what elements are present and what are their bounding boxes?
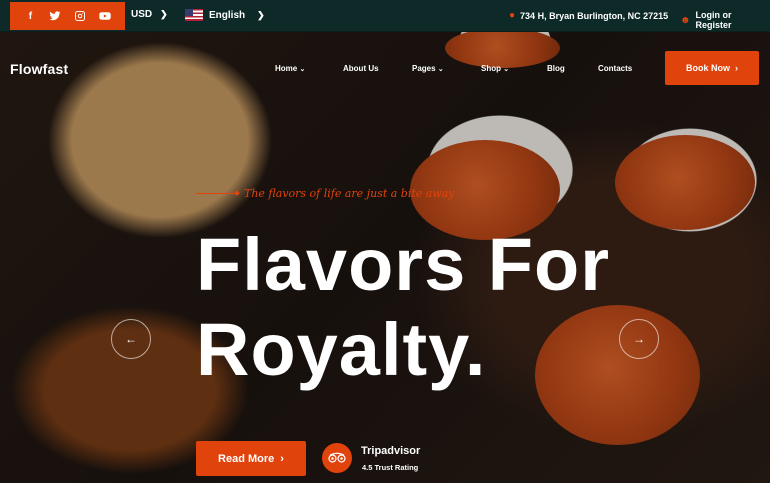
chevron-right-icon: › bbox=[735, 63, 738, 73]
top-bar: f USD ❯ English ❯ ● 734 H, Bryan Burling… bbox=[0, 0, 770, 32]
us-flag-icon bbox=[185, 9, 203, 21]
nav-item-label: Shop bbox=[481, 64, 501, 73]
nav-item-label: Pages bbox=[412, 64, 436, 73]
tripadvisor-name: Tripadvisor bbox=[361, 445, 421, 457]
hero-headline: Flavors For Royalty. bbox=[196, 222, 610, 392]
arrow-left-icon: ← bbox=[125, 332, 137, 346]
book-now-label: Book Now bbox=[686, 63, 730, 73]
chevron-right-icon: › bbox=[280, 452, 284, 465]
nav-item-label: Home bbox=[275, 64, 298, 73]
facebook-icon[interactable]: f bbox=[23, 9, 37, 23]
nav-item-about-us[interactable]: About Us bbox=[343, 64, 379, 73]
nav-item-shop[interactable]: Shop ⌄ bbox=[481, 64, 509, 73]
read-more-button[interactable]: Read More › bbox=[196, 441, 306, 476]
tripadvisor-rating: 4.5 Trust Rating bbox=[362, 463, 419, 472]
headline-line-2: Royalty. bbox=[196, 308, 487, 391]
slider-prev-button[interactable]: ← bbox=[111, 319, 151, 359]
chevron-down-icon: ⌄ bbox=[299, 66, 306, 73]
instagram-icon[interactable] bbox=[73, 9, 87, 23]
login-text: Login or Register bbox=[695, 10, 732, 30]
tagline-divider bbox=[196, 193, 236, 194]
chevron-down-icon: ❯ bbox=[257, 9, 265, 20]
chevron-down-icon: ⌄ bbox=[503, 66, 510, 73]
nav-item-pages[interactable]: Pages ⌄ bbox=[412, 64, 444, 73]
site-logo[interactable]: Flowfast bbox=[10, 61, 68, 77]
nav-item-blog[interactable]: Blog bbox=[547, 64, 565, 73]
read-more-label: Read More bbox=[218, 452, 275, 465]
tagline-text: The flavors of life are just a bite away bbox=[244, 187, 455, 200]
currency-selector[interactable]: USD ❯ bbox=[131, 9, 168, 20]
login-link[interactable]: ☻ Login or Register bbox=[680, 10, 770, 30]
slider-next-button[interactable]: → bbox=[619, 319, 659, 359]
nav-item-contacts[interactable]: Contacts bbox=[598, 64, 632, 73]
address-text: 734 H, Bryan Burlington, NC 27215 bbox=[520, 10, 669, 21]
hero-tagline: The flavors of life are just a bite away bbox=[196, 187, 455, 200]
location-pin-icon: ● bbox=[509, 10, 516, 21]
language-selector[interactable]: English ❯ bbox=[185, 9, 265, 21]
tripadvisor-icon bbox=[322, 443, 352, 473]
currency-label: USD bbox=[131, 9, 153, 20]
social-links: f bbox=[10, 2, 125, 30]
nav-item-home[interactable]: Home ⌄ bbox=[275, 64, 305, 73]
address-info: ● 734 H, Bryan Burlington, NC 27215 bbox=[509, 10, 668, 21]
headline-line-1: Flavors For bbox=[196, 223, 610, 306]
chevron-down-icon: ❯ bbox=[160, 9, 168, 19]
twitter-icon[interactable] bbox=[48, 9, 62, 23]
language-label: English bbox=[209, 9, 246, 21]
chevron-down-icon: ⌄ bbox=[437, 66, 444, 73]
user-icon: ☻ bbox=[680, 14, 691, 26]
arrow-right-icon: → bbox=[633, 332, 645, 346]
book-now-button[interactable]: Book Now › bbox=[665, 51, 759, 85]
youtube-icon[interactable] bbox=[98, 9, 112, 23]
